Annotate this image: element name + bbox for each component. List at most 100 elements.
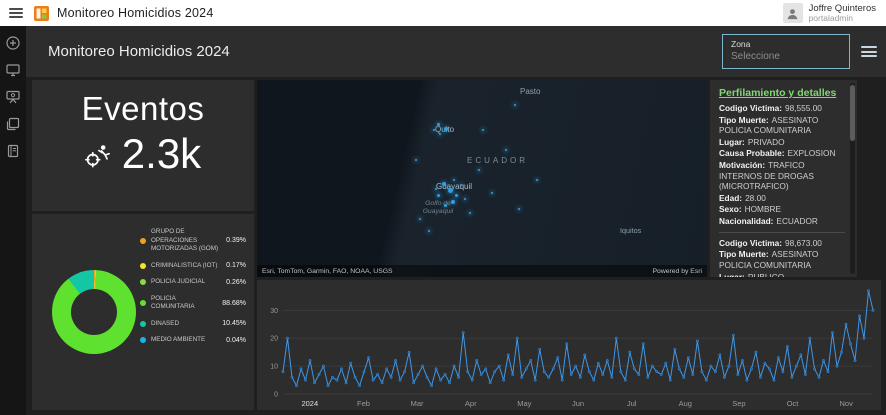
legend-label: DINASED [151, 319, 179, 327]
legend-label: GRUPO DE OPERACIONES MOTORIZADAS (GOM) [151, 228, 219, 252]
details-scrollbar[interactable] [850, 83, 855, 274]
event-point[interactable] [443, 204, 447, 208]
donut-chart [52, 270, 136, 354]
legend-label: POLICIA COMUNITARIA [151, 294, 195, 311]
legend-value: 0.39% [226, 237, 246, 245]
legend-value: 10.45% [222, 320, 246, 328]
homicide-target-icon [84, 144, 110, 167]
legend-label: CRIMINALISTICA (IOT) [151, 261, 218, 269]
event-point[interactable] [477, 168, 480, 171]
zona-label: Zona [731, 39, 751, 49]
app-menu-icon[interactable] [9, 8, 23, 18]
legend-swatch [140, 300, 146, 306]
event-point[interactable] [455, 194, 458, 198]
dashboard-menu-icon[interactable] [861, 46, 877, 57]
legend-swatch [140, 262, 146, 269]
event-point[interactable] [491, 192, 493, 195]
notebook-icon[interactable] [6, 144, 20, 158]
event-point[interactable] [432, 129, 435, 132]
svg-text:10: 10 [270, 364, 278, 371]
event-point[interactable] [450, 200, 455, 205]
monitor-icon[interactable] [6, 63, 20, 77]
svg-text:2024: 2024 [301, 399, 318, 408]
time-series-panel: 0 10 20 30 2024 Feb Mar Apr May Jun Jul Aug Sep Oct No… [257, 280, 881, 410]
legend-value: 88.68% [222, 299, 246, 307]
person-icon [787, 8, 798, 19]
map-label-iquitos: Iquitos [620, 226, 642, 235]
pie-chart-panel: GRUPO DE OPERACIONES MOTORIZADAS (GOM) 0… [32, 214, 254, 410]
indicator-title: Eventos [81, 90, 205, 127]
svg-text:20: 20 [270, 336, 278, 343]
svg-text:Feb: Feb [357, 399, 370, 408]
legend-item: GRUPO DE OPERACIONES MOTORIZADAS (GOM) 0… [140, 228, 246, 254]
svg-text:May: May [517, 399, 531, 408]
legend-value: 0.17% [226, 262, 246, 270]
event-point[interactable] [419, 217, 421, 220]
svg-text:Oct: Oct [787, 399, 800, 408]
user-role: portaladmin [808, 12, 853, 23]
indicator-panel: Eventos 2.3k [32, 80, 254, 211]
add-circle-icon[interactable] [6, 36, 20, 50]
detail-record: Codigo Victima: 98,555.00 Tipo Muerte: ASE… [719, 103, 836, 227]
event-point[interactable] [414, 158, 417, 161]
svg-text:Jun: Jun [572, 399, 584, 408]
svg-text:Sep: Sep [732, 399, 745, 408]
map-panel[interactable]: Pasto Quito ECUADOR Guayaquil Golfo de G… [257, 80, 707, 277]
detail-record: Codigo Victima: 98,673.00 Tipo Muerte: ASE… [719, 237, 822, 277]
legend-swatch [140, 320, 146, 327]
svg-text:Jul: Jul [627, 399, 637, 408]
event-point[interactable] [504, 148, 507, 151]
map-attribution: Esri, TomTom, Garmin, FAO, NOAA, USGS Po… [257, 265, 707, 277]
event-point[interactable] [464, 198, 466, 201]
event-point[interactable] [482, 129, 484, 132]
legend-item: POLICIA JUDICIAL 0.26% [140, 278, 246, 287]
legend-item: DINASED 10.45% [140, 320, 246, 329]
legend-item: MEDIO AMBIENTE 0.04% [140, 336, 246, 345]
details-title-link[interactable]: Perfilamiento y detalles [719, 87, 845, 99]
event-point[interactable] [452, 178, 455, 181]
scrollbar-thumb[interactable] [850, 85, 855, 141]
dashboards-app-logo-icon [34, 5, 49, 21]
svg-text:Apr: Apr [465, 399, 477, 408]
svg-text:Mar: Mar [411, 399, 424, 408]
event-point[interactable] [448, 188, 454, 194]
event-point[interactable] [513, 103, 516, 106]
layers-icon[interactable] [6, 117, 20, 131]
legend-value: 0.26% [226, 278, 246, 286]
zona-placeholder: Seleccione [731, 51, 780, 62]
indicator-value: 2.3k [121, 130, 202, 177]
legend-value: 0.04% [226, 336, 246, 344]
user-avatar[interactable] [782, 3, 803, 23]
svg-text:0: 0 [274, 392, 278, 399]
time-series-chart: 0 10 20 30 2024 Feb Mar Apr May Jun Jul Aug Sep Oct No… [270, 289, 875, 408]
record-divider [719, 231, 845, 233]
event-point[interactable] [468, 211, 471, 214]
event-point[interactable] [518, 208, 520, 211]
dashboard-title: Monitoreo Homicidios 2024 [48, 43, 230, 60]
svg-text:Aug: Aug [679, 399, 692, 408]
map-label-pasto: Pasto [520, 87, 541, 96]
event-point[interactable] [437, 194, 440, 198]
legend-swatch [140, 337, 146, 344]
powered-by-esri: Powered by Esri [652, 267, 703, 275]
left-icon-rail [0, 26, 26, 415]
event-point[interactable] [428, 229, 430, 232]
top-app-bar: Monitoreo Homicidios 2024 Joffre Quinter… [0, 0, 886, 26]
legend-swatch [140, 237, 146, 244]
map-label-country: ECUADOR [467, 156, 529, 165]
event-point[interactable] [536, 178, 538, 181]
dashboard-header: Monitoreo Homicidios 2024 Zona Seleccion… [26, 26, 886, 77]
legend-label: MEDIO AMBIENTE [151, 336, 206, 343]
map-credits: Esri, TomTom, Garmin, FAO, NOAA, USGS [262, 267, 393, 275]
zona-select[interactable]: Zona Seleccione [722, 34, 850, 69]
dashboard-main: Monitoreo Homicidios 2024 Zona Seleccion… [26, 26, 886, 415]
legend-swatch [140, 279, 146, 286]
presentation-icon[interactable] [6, 90, 20, 104]
legend-item: CRIMINALISTICA (IOT) 0.17% [140, 262, 246, 271]
svg-text:Nov: Nov [840, 399, 854, 408]
pie-legend: GRUPO DE OPERACIONES MOTORIZADAS (GOM) 0… [140, 228, 246, 345]
svg-text:30: 30 [270, 308, 278, 315]
event-point[interactable] [439, 133, 442, 136]
details-panel: Perfilamiento y detalles Codigo Victima:… [710, 80, 857, 277]
legend-label: POLICIA JUDICIAL [151, 278, 206, 285]
